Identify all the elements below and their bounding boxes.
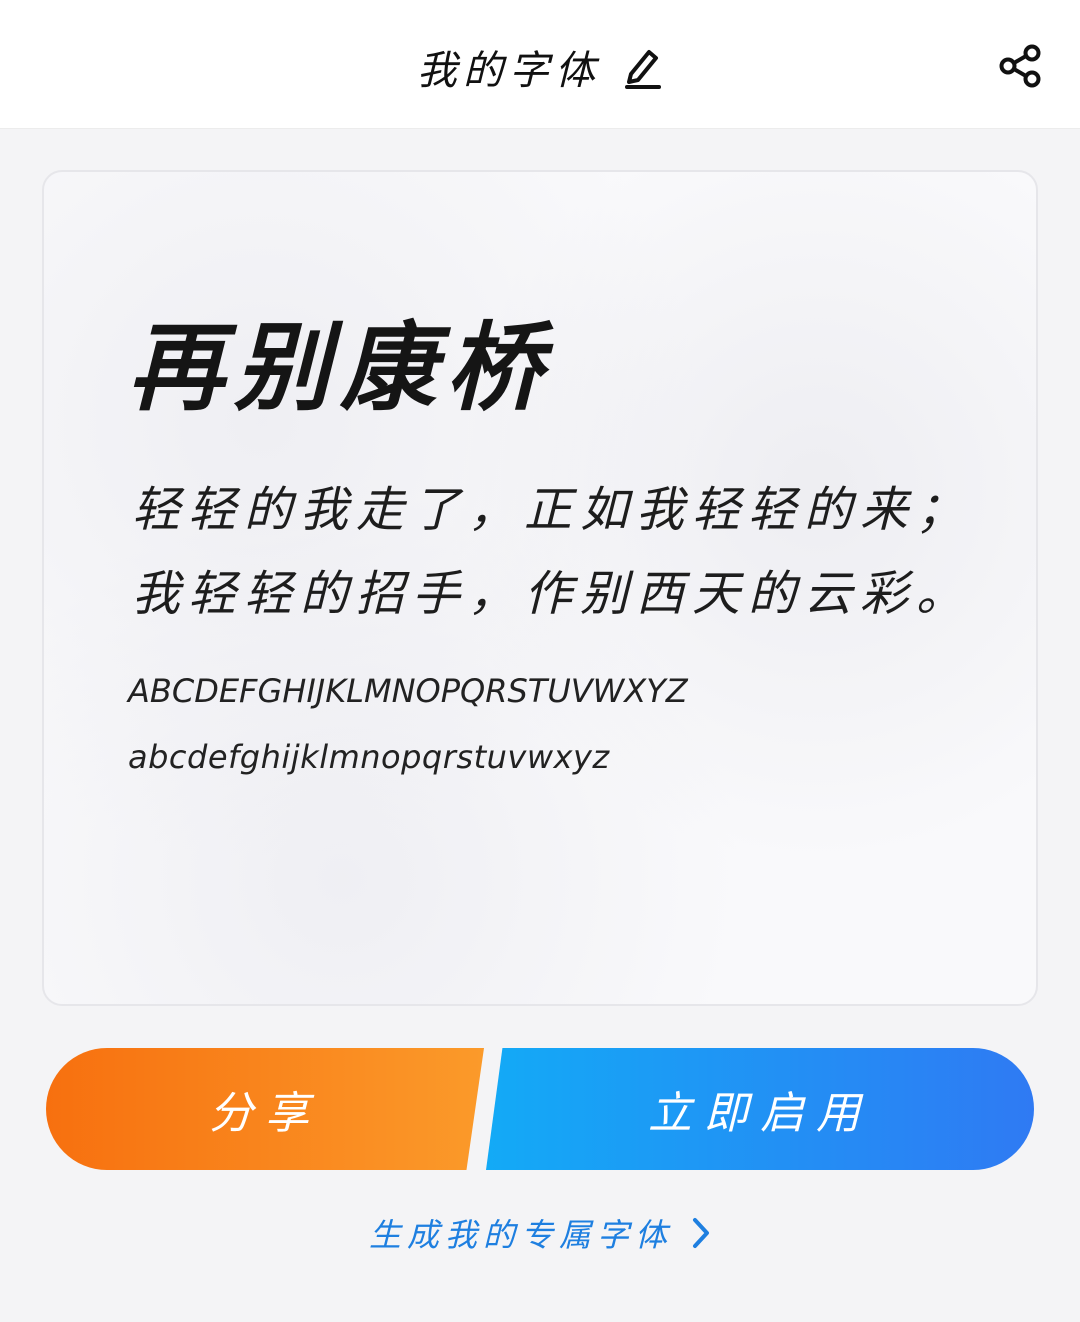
edit-icon[interactable] — [623, 44, 663, 90]
chevron-right-icon — [691, 1216, 711, 1250]
poem-line-2: 我轻轻的招手，作别西天的云彩。 — [132, 566, 973, 622]
page-title: 我的字体 — [417, 48, 601, 94]
font-preview-card: 再别康桥 轻轻的我走了，正如我轻轻的来； 我轻轻的招手，作别西天的云彩。 ABC… — [42, 170, 1038, 1006]
share-button[interactable]: 分享 — [46, 1048, 484, 1170]
generate-font-label: 生成我的专属字体 — [368, 1216, 673, 1254]
lowercase-sample: abcdefghijklmnopqrstuvwxyz — [128, 738, 610, 776]
poem-line-1: 轻轻的我走了，正如我轻轻的来； — [132, 482, 973, 538]
enable-button-label: 立即启用 — [648, 1088, 872, 1139]
preview-title: 再别康桥 — [128, 311, 552, 424]
generate-font-link[interactable]: 生成我的专属字体 — [0, 1210, 1080, 1256]
share-button-label: 分享 — [209, 1088, 321, 1139]
uppercase-sample: ABCDEFGHIJKLMNOPQRSTUVWXYZ — [128, 672, 688, 710]
title-group: 我的字体 — [0, 38, 1080, 96]
enable-now-button[interactable]: 立即启用 — [486, 1048, 1034, 1170]
top-bar: 我的字体 — [0, 0, 1080, 129]
share-icon[interactable] — [998, 44, 1042, 88]
